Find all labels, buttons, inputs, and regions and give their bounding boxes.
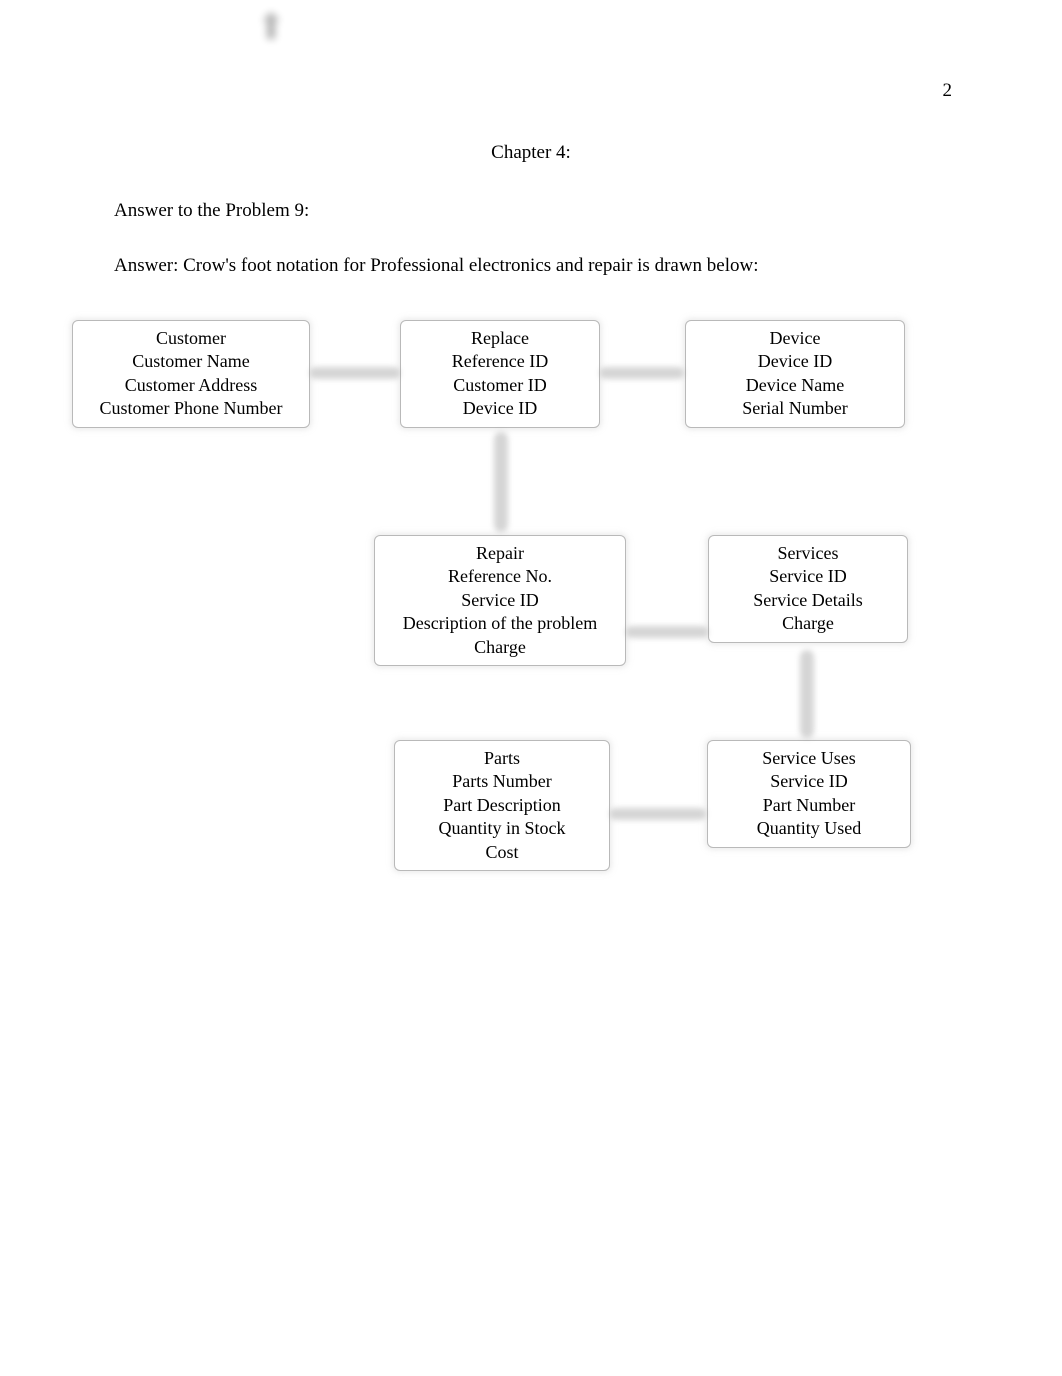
entity-repair: Repair Reference No. Service ID Descript…: [374, 535, 626, 666]
entity-attr: Device ID: [696, 350, 894, 373]
erd-diagram: Customer Customer Name Customer Address …: [0, 310, 1062, 960]
entity-title: Parts: [405, 747, 599, 770]
entity-attr: Service ID: [719, 565, 897, 588]
entity-customer: Customer Customer Name Customer Address …: [72, 320, 310, 428]
connector-services-serviceuses: [800, 650, 814, 738]
entity-attr: Parts Number: [405, 770, 599, 793]
problem-heading: Answer to the Problem 9:: [114, 200, 309, 222]
entity-attr: Description of the problem: [385, 612, 615, 635]
entity-parts: Parts Parts Number Part Description Quan…: [394, 740, 610, 871]
connector-repair-services: [626, 626, 708, 638]
entity-attr: Charge: [719, 612, 897, 635]
entity-attr: Service ID: [718, 770, 900, 793]
chapter-title: Chapter 4:: [0, 142, 1062, 164]
entity-attr: Customer ID: [411, 374, 589, 397]
entity-attr: Service Details: [719, 589, 897, 612]
entity-title: Services: [719, 542, 897, 565]
connector-parts-serviceuses: [610, 808, 706, 820]
entity-attr: Device ID: [411, 397, 589, 420]
connector-customer-replace: [310, 367, 400, 379]
entity-attr: Charge: [385, 636, 615, 659]
entity-services: Services Service ID Service Details Char…: [708, 535, 908, 643]
entity-attr: Reference No.: [385, 565, 615, 588]
entity-title: Service Uses: [718, 747, 900, 770]
connector-replace-device: [600, 367, 684, 379]
entity-title: Customer: [83, 327, 299, 350]
page-number: 2: [943, 80, 953, 102]
entity-title: Repair: [385, 542, 615, 565]
entity-replace: Replace Reference ID Customer ID Device …: [400, 320, 600, 428]
connector-replace-repair: [494, 432, 508, 532]
entity-title: Device: [696, 327, 894, 350]
entity-attr: Service ID: [385, 589, 615, 612]
entity-attr: Customer Name: [83, 350, 299, 373]
entity-attr: Part Description: [405, 794, 599, 817]
entity-attr: Reference ID: [411, 350, 589, 373]
entity-title: Replace: [411, 327, 589, 350]
entity-attr: Part Number: [718, 794, 900, 817]
entity-attr: Customer Phone Number: [83, 397, 299, 420]
decorative-marker-icon: ⬆: [256, 6, 286, 48]
entity-attr: Serial Number: [696, 397, 894, 420]
entity-service-uses: Service Uses Service ID Part Number Quan…: [707, 740, 911, 848]
entity-attr: Quantity Used: [718, 817, 900, 840]
entity-attr: Customer Address: [83, 374, 299, 397]
entity-attr: Quantity in Stock: [405, 817, 599, 840]
entity-device: Device Device ID Device Name Serial Numb…: [685, 320, 905, 428]
entity-attr: Cost: [405, 841, 599, 864]
answer-intro-text: Answer: Crow's foot notation for Profess…: [114, 255, 759, 277]
entity-attr: Device Name: [696, 374, 894, 397]
